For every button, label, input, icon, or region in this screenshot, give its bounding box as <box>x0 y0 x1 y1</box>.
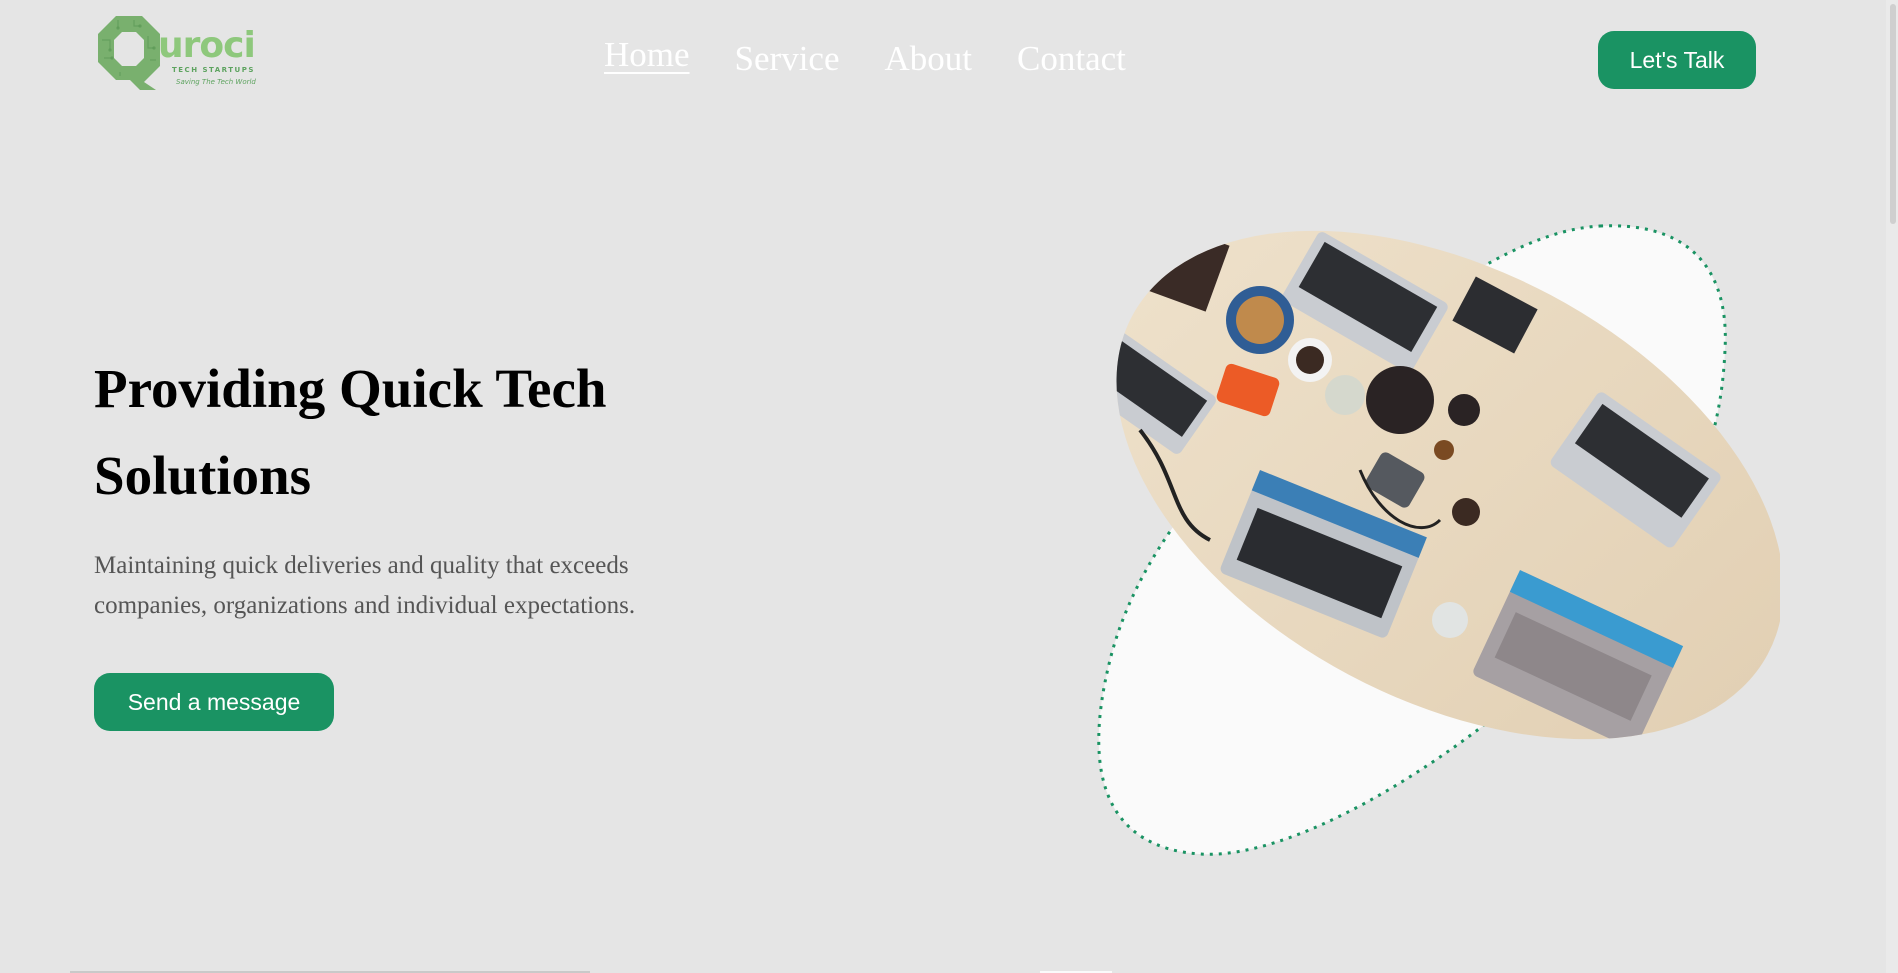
nav-contact[interactable]: Contact <box>1017 36 1126 82</box>
lets-talk-button[interactable]: Let's Talk <box>1598 31 1756 89</box>
main-nav: Home Service About Contact <box>604 35 1171 82</box>
hero-title: Providing Quick Tech Solutions <box>94 358 607 506</box>
send-message-button[interactable]: Send a message <box>94 673 334 731</box>
scrollbar[interactable] <box>1886 0 1898 973</box>
logo[interactable]: uroci TECH STARTUPS Saving The Tech Worl… <box>94 14 264 92</box>
logo-subtitle: TECH STARTUPS <box>172 66 255 74</box>
workspace-desk-laptops-photo <box>1080 218 1780 856</box>
nav-home[interactable]: Home <box>604 32 690 82</box>
nav-service[interactable]: Service <box>735 36 840 82</box>
hero-description: Maintaining quick deliveries and quality… <box>94 552 636 619</box>
nav-about[interactable]: About <box>885 36 973 82</box>
logo-tagline: Saving The Tech World <box>176 78 256 86</box>
logo-wordmark: uroci <box>158 25 256 66</box>
scrollbar-thumb[interactable] <box>1890 4 1896 224</box>
hero-illustration <box>1080 218 1780 865</box>
octagon-q-icon <box>98 16 160 90</box>
